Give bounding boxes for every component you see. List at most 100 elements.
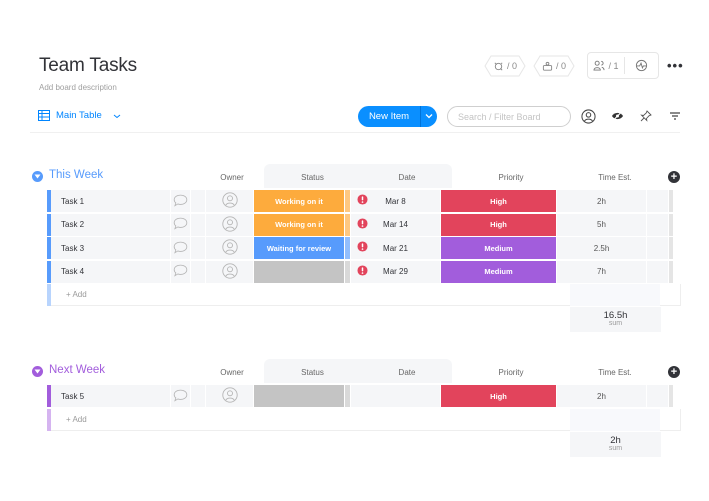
time-est-value: 2.5h bbox=[593, 243, 610, 253]
owner-cell[interactable] bbox=[206, 260, 254, 283]
priority-label: High bbox=[490, 196, 507, 206]
add-column-button[interactable]: + bbox=[668, 366, 680, 378]
members-count: / 1 bbox=[608, 60, 619, 71]
group-collapse-toggle[interactable] bbox=[32, 366, 43, 377]
board-title[interactable]: Team Tasks bbox=[39, 55, 137, 77]
add-item-row[interactable]: + Add bbox=[47, 283, 681, 306]
automations-button[interactable]: / 0 bbox=[533, 55, 575, 77]
eye-hide-icon bbox=[611, 111, 623, 121]
item-name: Task 5 bbox=[61, 391, 85, 401]
status-label: Waiting for review bbox=[266, 243, 332, 253]
column-header-owner[interactable]: Owner bbox=[208, 368, 256, 377]
sort-filter-button[interactable] bbox=[667, 108, 683, 124]
date-cell[interactable] bbox=[351, 385, 441, 407]
table-row[interactable]: Task 1 Working on it Mar 8 High 2h bbox=[47, 190, 674, 212]
owner-cell[interactable] bbox=[206, 190, 254, 212]
priority-label: Medium bbox=[484, 267, 513, 276]
status-label: Working on it bbox=[275, 196, 323, 206]
date-cell[interactable]: Mar 21 bbox=[351, 237, 441, 259]
add-item-row[interactable]: + Add bbox=[47, 408, 681, 431]
pin-button[interactable] bbox=[638, 108, 654, 124]
hide-columns-button[interactable] bbox=[609, 108, 625, 124]
time-est-cell[interactable]: 2h bbox=[557, 190, 647, 212]
owner-cell[interactable] bbox=[206, 385, 254, 407]
new-item-dropdown[interactable] bbox=[421, 112, 437, 121]
status-cell[interactable] bbox=[254, 385, 345, 407]
updates-button[interactable] bbox=[171, 260, 191, 283]
status-cell[interactable]: Working on it bbox=[254, 190, 345, 212]
empty-cell bbox=[647, 237, 669, 259]
date-value: Mar 29 bbox=[383, 267, 408, 276]
chat-bubble-icon bbox=[173, 241, 188, 256]
time-est-cell[interactable]: 5h bbox=[557, 213, 647, 236]
automations-icon bbox=[542, 61, 553, 71]
column-header-date[interactable]: Date bbox=[362, 173, 452, 182]
item-name-cell[interactable]: Task 1 bbox=[51, 190, 171, 212]
overdue-alert-icon bbox=[357, 194, 368, 207]
priority-cell[interactable]: Medium bbox=[441, 237, 557, 259]
priority-cell[interactable]: High bbox=[441, 385, 557, 407]
owner-cell[interactable] bbox=[206, 237, 254, 259]
item-name-cell[interactable]: Task 3 bbox=[51, 237, 171, 259]
more-options-button[interactable]: ••• bbox=[667, 58, 684, 73]
table-row[interactable]: Task 5 High 2h bbox=[47, 385, 674, 407]
person-avatar-icon bbox=[221, 192, 238, 210]
search-filter-input[interactable] bbox=[447, 106, 571, 127]
add-item-label: + Add bbox=[66, 415, 87, 424]
priority-cell[interactable]: High bbox=[441, 213, 557, 236]
column-header-priority[interactable]: Priority bbox=[453, 368, 569, 377]
table-row[interactable]: Task 3 Waiting for review Mar 21 Medium 2.5h bbox=[47, 237, 674, 259]
add-column-button[interactable]: + bbox=[668, 171, 680, 183]
date-cell[interactable]: Mar 14 bbox=[351, 213, 441, 236]
date-cell[interactable]: Mar 8 bbox=[351, 190, 441, 212]
updates-button[interactable] bbox=[171, 385, 191, 407]
person-avatar-icon bbox=[221, 239, 238, 257]
time-est-value: 2h bbox=[597, 391, 606, 401]
group-title[interactable]: This Week bbox=[49, 169, 103, 181]
date-cell[interactable]: Mar 29 bbox=[351, 260, 441, 283]
board-description[interactable]: Add board description bbox=[39, 83, 117, 92]
column-header-status[interactable]: Status bbox=[264, 368, 361, 377]
priority-cell[interactable]: Medium bbox=[441, 260, 557, 283]
column-header-status[interactable]: Status bbox=[264, 173, 361, 182]
owner-cell[interactable] bbox=[206, 213, 254, 236]
overdue-alert-icon bbox=[357, 241, 368, 254]
pin-icon bbox=[640, 110, 652, 122]
status-cell[interactable]: Waiting for review bbox=[254, 237, 345, 259]
time-est-cell[interactable]: 7h bbox=[557, 260, 647, 283]
updates-button[interactable] bbox=[171, 237, 191, 259]
item-name-cell[interactable]: Task 4 bbox=[51, 260, 171, 283]
priority-cell[interactable]: High bbox=[441, 190, 557, 212]
column-header-time-est[interactable]: Time Est. bbox=[570, 173, 660, 182]
priority-label: High bbox=[490, 220, 507, 229]
updates-button[interactable] bbox=[171, 190, 191, 212]
overdue-alert-icon bbox=[357, 217, 368, 231]
time-est-cell[interactable]: 2.5h bbox=[557, 237, 647, 259]
time-est-cell[interactable]: 2h bbox=[557, 385, 647, 407]
column-header-date[interactable]: Date bbox=[362, 368, 452, 377]
activity-button[interactable] bbox=[625, 53, 658, 78]
sum-label: sum bbox=[608, 445, 623, 452]
integrations-button[interactable]: / 0 bbox=[484, 55, 526, 77]
group-collapse-toggle[interactable] bbox=[32, 171, 43, 182]
members-button[interactable]: / 1 bbox=[588, 53, 624, 78]
chevron-down-icon[interactable] bbox=[112, 112, 122, 120]
column-header-priority[interactable]: Priority bbox=[453, 173, 569, 182]
column-header-time-est[interactable]: Time Est. bbox=[570, 368, 660, 377]
person-filter-button[interactable] bbox=[580, 108, 596, 124]
time-column-shadow bbox=[570, 284, 660, 306]
members-activity-box: / 1 bbox=[587, 52, 659, 79]
plus-icon: + bbox=[670, 171, 678, 183]
column-header-owner[interactable]: Owner bbox=[208, 173, 256, 182]
view-tab-label: Main Table bbox=[56, 110, 102, 121]
table-row[interactable]: Task 4 Mar 29 Medium 7h bbox=[47, 260, 674, 283]
item-name-cell[interactable]: Task 5 bbox=[51, 385, 171, 407]
table-row[interactable]: Task 2 Working on it Mar 14 High 5h bbox=[47, 213, 674, 236]
new-item-button[interactable]: New Item bbox=[358, 106, 437, 127]
status-cell[interactable] bbox=[254, 260, 345, 283]
item-name-cell[interactable]: Task 2 bbox=[51, 213, 171, 236]
status-cell[interactable]: Working on it bbox=[254, 213, 345, 236]
group-title[interactable]: Next Week bbox=[49, 364, 105, 376]
updates-button[interactable] bbox=[171, 213, 191, 236]
view-tab-main-table[interactable]: Main Table bbox=[38, 110, 122, 121]
